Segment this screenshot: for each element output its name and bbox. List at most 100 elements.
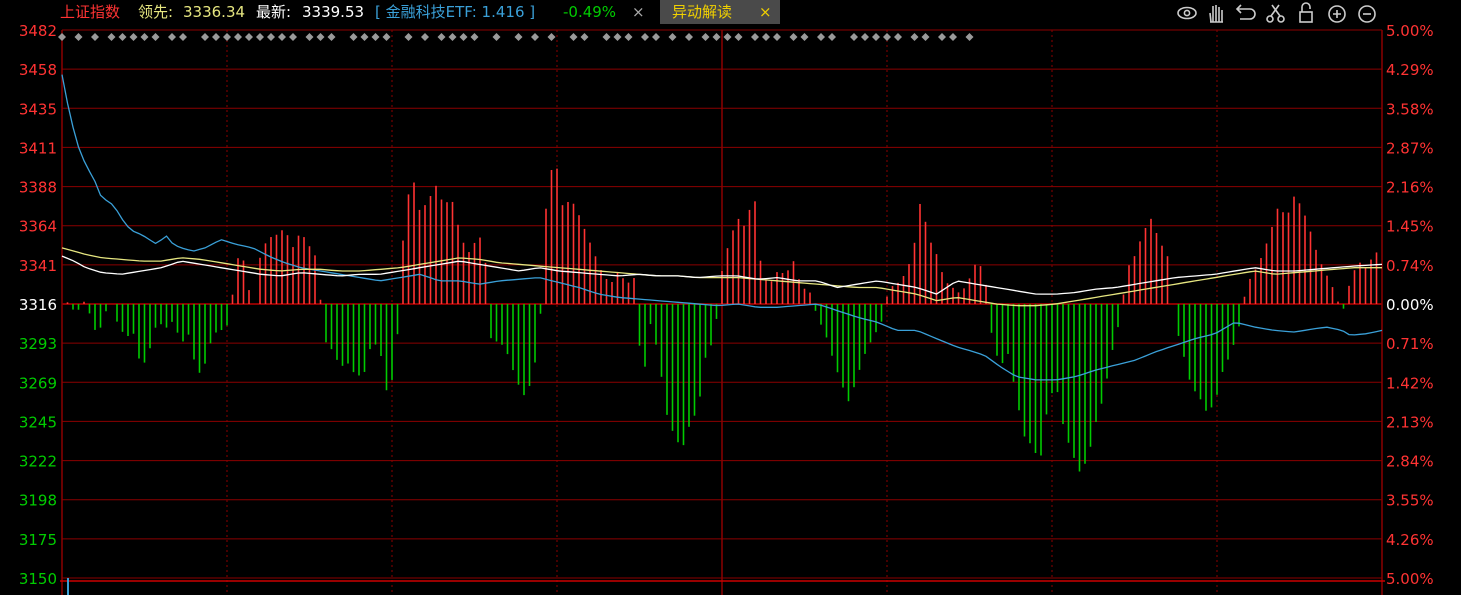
event-marker-icon[interactable] bbox=[421, 33, 429, 41]
event-marker-icon[interactable] bbox=[470, 33, 479, 41]
event-markers[interactable] bbox=[58, 33, 974, 41]
event-marker-icon[interactable] bbox=[921, 33, 930, 41]
event-marker-icon[interactable] bbox=[305, 33, 314, 41]
y-tick-label-left: 3482 bbox=[19, 22, 57, 40]
event-marker-icon[interactable] bbox=[965, 33, 974, 41]
event-marker-icon[interactable] bbox=[531, 33, 539, 41]
y-tick-label-right: 1.45% bbox=[1386, 218, 1434, 236]
event-marker-icon[interactable] bbox=[492, 33, 501, 41]
event-marker-icon[interactable] bbox=[327, 33, 336, 41]
y-tick-label-left: 3364 bbox=[19, 218, 57, 236]
event-marker-icon[interactable] bbox=[371, 33, 380, 41]
y-tick-label-left: 3411 bbox=[19, 139, 57, 157]
y-tick-label-right: 3.58% bbox=[1386, 100, 1434, 118]
event-marker-icon[interactable] bbox=[712, 33, 721, 41]
event-marker-icon[interactable] bbox=[652, 33, 660, 41]
event-marker-icon[interactable] bbox=[212, 33, 220, 41]
event-marker-icon[interactable] bbox=[316, 33, 325, 41]
y-tick-label-left: 3245 bbox=[19, 413, 57, 431]
y-tick-label-left: 3175 bbox=[19, 531, 57, 549]
event-marker-icon[interactable] bbox=[91, 33, 99, 41]
y-tick-label-left: 3316 bbox=[19, 296, 57, 314]
event-marker-icon[interactable] bbox=[762, 33, 770, 41]
event-marker-icon[interactable] bbox=[580, 33, 589, 41]
event-marker-icon[interactable] bbox=[129, 33, 138, 41]
y-tick-label-right: 2.84% bbox=[1386, 453, 1434, 471]
event-marker-icon[interactable] bbox=[349, 33, 358, 41]
event-marker-icon[interactable] bbox=[179, 33, 187, 41]
event-marker-icon[interactable] bbox=[751, 33, 759, 41]
event-marker-icon[interactable] bbox=[850, 33, 858, 41]
event-marker-icon[interactable] bbox=[547, 33, 556, 41]
event-marker-icon[interactable] bbox=[938, 33, 946, 41]
y-tick-label-right: 5.00% bbox=[1386, 22, 1434, 40]
event-marker-icon[interactable] bbox=[910, 33, 919, 41]
event-marker-icon[interactable] bbox=[668, 33, 677, 41]
y-tick-label-right: 0.00% bbox=[1386, 296, 1434, 314]
event-marker-icon[interactable] bbox=[514, 33, 523, 41]
event-marker-icon[interactable] bbox=[883, 33, 891, 41]
event-marker-icon[interactable] bbox=[360, 33, 369, 41]
event-marker-icon[interactable] bbox=[151, 33, 160, 41]
y-tick-label-right: 3.55% bbox=[1386, 492, 1434, 510]
event-marker-icon[interactable] bbox=[234, 33, 242, 41]
event-marker-icon[interactable] bbox=[817, 33, 825, 41]
y-tick-label-left: 3341 bbox=[19, 257, 57, 275]
y-tick-label-left: 3269 bbox=[19, 374, 57, 392]
event-marker-icon[interactable] bbox=[624, 33, 633, 41]
event-marker-icon[interactable] bbox=[800, 33, 809, 41]
intraday-chart[interactable]: 3482 3458 3435 3411 3388 3364 3341 3316 3293 3269… bbox=[0, 0, 1461, 595]
event-marker-icon[interactable] bbox=[223, 33, 231, 41]
event-marker-icon[interactable] bbox=[894, 33, 902, 41]
y-tick-label-left: 3458 bbox=[19, 61, 57, 79]
event-marker-icon[interactable] bbox=[602, 33, 611, 41]
event-marker-icon[interactable] bbox=[140, 33, 149, 41]
event-marker-icon[interactable] bbox=[949, 33, 957, 41]
event-marker-icon[interactable] bbox=[872, 33, 880, 41]
event-marker-icon[interactable] bbox=[278, 33, 286, 41]
event-marker-icon[interactable] bbox=[861, 33, 869, 41]
y-tick-label-left: 3435 bbox=[19, 100, 57, 118]
event-marker-icon[interactable] bbox=[641, 33, 649, 41]
y-axis-right: 5.00% 4.29% 3.58% 2.87% 2.16% 1.45% 0.74% 0.00%… bbox=[1386, 22, 1434, 588]
event-marker-icon[interactable] bbox=[201, 33, 209, 41]
event-marker-icon[interactable] bbox=[773, 33, 781, 41]
y-tick-label-right: 5.00% bbox=[1386, 570, 1434, 588]
event-marker-icon[interactable] bbox=[74, 33, 83, 41]
y-tick-label-left: 3150 bbox=[19, 570, 57, 588]
y-tick-label-right: 4.29% bbox=[1386, 61, 1434, 79]
y-tick-label-left: 3222 bbox=[19, 453, 57, 471]
y-tick-label-right: 4.26% bbox=[1386, 531, 1434, 549]
event-marker-icon[interactable] bbox=[58, 33, 66, 41]
event-marker-icon[interactable] bbox=[267, 33, 275, 41]
event-marker-icon[interactable] bbox=[118, 33, 127, 41]
event-marker-icon[interactable] bbox=[828, 33, 836, 41]
event-marker-icon[interactable] bbox=[723, 33, 732, 41]
event-marker-icon[interactable] bbox=[448, 33, 457, 41]
event-marker-icon[interactable] bbox=[437, 33, 446, 41]
y-tick-label-right: 2.16% bbox=[1386, 179, 1434, 197]
y-tick-label-right: 2.87% bbox=[1386, 139, 1434, 157]
y-tick-label-left: 3293 bbox=[19, 335, 57, 353]
event-marker-icon[interactable] bbox=[107, 33, 116, 41]
y-tick-label-right: 2.13% bbox=[1386, 413, 1434, 431]
event-marker-icon[interactable] bbox=[789, 33, 798, 41]
event-marker-icon[interactable] bbox=[168, 33, 176, 41]
y-tick-label-right: 0.71% bbox=[1386, 335, 1434, 353]
event-marker-icon[interactable] bbox=[404, 33, 413, 41]
event-marker-icon[interactable] bbox=[256, 33, 264, 41]
event-marker-icon[interactable] bbox=[701, 33, 710, 41]
event-marker-icon[interactable] bbox=[382, 33, 391, 41]
y-tick-label-right: 0.74% bbox=[1386, 257, 1434, 275]
event-marker-icon[interactable] bbox=[245, 33, 253, 41]
event-marker-icon[interactable] bbox=[685, 33, 693, 41]
event-marker-icon[interactable] bbox=[569, 33, 578, 41]
y-axis-left: 3482 3458 3435 3411 3388 3364 3341 3316 3293 3269… bbox=[19, 22, 57, 588]
event-marker-icon[interactable] bbox=[289, 33, 297, 41]
event-marker-icon[interactable] bbox=[613, 33, 622, 41]
event-marker-icon[interactable] bbox=[734, 33, 743, 41]
event-marker-icon[interactable] bbox=[459, 33, 468, 41]
chart-grid bbox=[60, 29, 1385, 595]
y-tick-label-right: 1.42% bbox=[1386, 374, 1434, 392]
y-tick-label-left: 3198 bbox=[19, 492, 57, 510]
